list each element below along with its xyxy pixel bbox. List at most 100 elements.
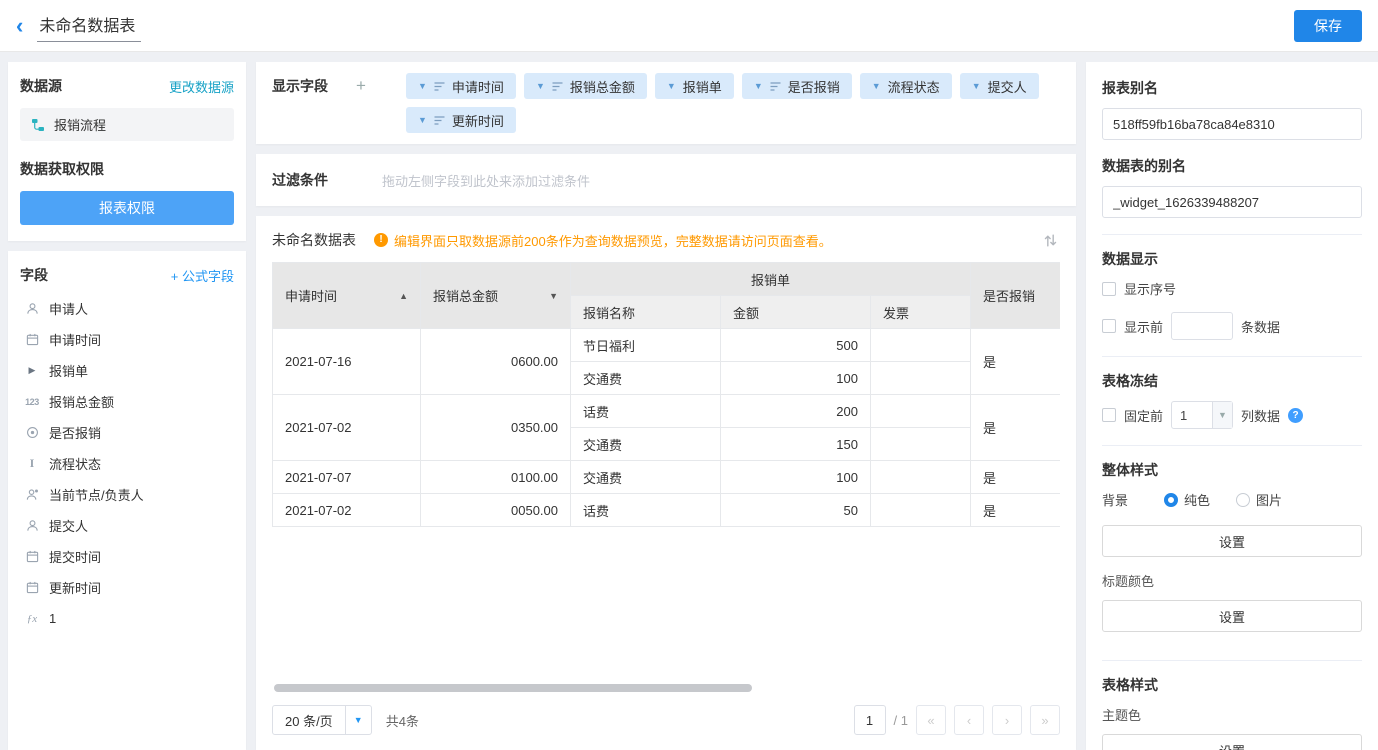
column-header-expense-name[interactable]: 报销名称 (571, 296, 721, 329)
fields-title: 字段 (20, 265, 48, 285)
cell-expense-name: 交通费 (571, 461, 721, 494)
last-page-button[interactable]: » (1030, 705, 1060, 735)
chip-apply-time[interactable]: ▼ 申请时间 (406, 73, 516, 99)
scrollbar-thumb[interactable] (274, 684, 752, 692)
sort-lines-icon (434, 116, 445, 125)
flow-icon (30, 118, 46, 132)
chip-reimbursed[interactable]: ▼ 是否报销 (742, 73, 852, 99)
page-number-input[interactable] (854, 705, 886, 735)
chip-submitter[interactable]: ▼ 提交人 (960, 73, 1039, 99)
help-icon[interactable]: ? (1288, 408, 1303, 423)
warning-icon: ! (374, 233, 388, 247)
save-button[interactable]: 保存 (1294, 10, 1362, 42)
title-color-set-button[interactable]: 设置 (1102, 600, 1362, 632)
cell-apply-time: 2021-07-02 (273, 395, 421, 461)
page-size-select[interactable]: 20 条/页 ▼ (272, 705, 372, 735)
top-bar: ‹ 未命名数据表 保存 (0, 0, 1378, 52)
chip-update-time[interactable]: ▼ 更新时间 (406, 107, 516, 133)
column-header-expense-group[interactable]: 报销单 (571, 263, 971, 296)
column-header-total-amount[interactable]: 报销总金额▼ (421, 263, 571, 329)
change-datasource-link[interactable]: 更改数据源 (169, 77, 234, 96)
report-permission-button[interactable]: 报表权限 (20, 191, 234, 225)
fields-panel: 字段 + 公式字段 申请人 申请时间 ▶ 报销单 123 报销总金 (8, 251, 246, 750)
sort-asc-icon[interactable]: ▲ (399, 291, 408, 301)
add-display-field-button[interactable]: + (356, 73, 380, 99)
show-index-label: 显示序号 (1124, 279, 1176, 298)
field-item-submit-time[interactable]: 提交时间 (20, 541, 234, 572)
filter-card: 过滤条件 拖动左侧字段到此处来添加过滤条件 (256, 154, 1076, 206)
chip-label: 流程状态 (888, 77, 940, 96)
theme-color-set-button[interactable]: 设置 (1102, 734, 1362, 750)
solid-color-radio[interactable] (1164, 493, 1178, 507)
cell-reimbursed: 是 (971, 329, 1060, 395)
cell-total: 0600.00 (421, 329, 571, 395)
report-alias-input[interactable] (1102, 108, 1362, 140)
table-alias-input[interactable] (1102, 186, 1362, 218)
column-sort-icon[interactable] (1041, 231, 1060, 250)
cell-apply-time: 2021-07-16 (273, 329, 421, 395)
field-item-formula-1[interactable]: ƒx 1 (20, 603, 234, 634)
show-first-suffix: 条数据 (1241, 317, 1280, 336)
sort-desc-icon[interactable]: ▼ (549, 291, 558, 301)
column-header-amount[interactable]: 金额 (721, 296, 871, 329)
freeze-count-select[interactable]: 1 ▼ (1171, 401, 1233, 429)
chip-total-amount[interactable]: ▼ 报销总金额 (524, 73, 647, 99)
image-radio[interactable] (1236, 493, 1250, 507)
chevron-down-icon[interactable]: ▼ (667, 82, 676, 91)
table-row: 2021-07-16 0600.00 节日福利 500 是 (273, 329, 1061, 362)
chevron-down-icon[interactable]: ▼ (536, 82, 545, 91)
column-header-apply-time[interactable]: 申请时间▲ (273, 263, 421, 329)
sort-lines-icon (552, 82, 563, 91)
page-count: / 1 (894, 713, 908, 728)
image-label: 图片 (1256, 490, 1282, 509)
show-first-count-input[interactable] (1171, 312, 1233, 340)
freeze-checkbox[interactable] (1102, 408, 1116, 422)
field-label: 更新时间 (49, 578, 101, 597)
cell-total: 0350.00 (421, 395, 571, 461)
horizontal-scrollbar[interactable] (274, 684, 1058, 692)
chevron-down-icon[interactable]: ▼ (872, 82, 881, 91)
show-index-checkbox[interactable] (1102, 282, 1116, 296)
datasource-item[interactable]: 报销流程 (20, 108, 234, 141)
cell-amount: 100 (721, 461, 871, 494)
page-title[interactable]: 未命名数据表 (37, 9, 141, 42)
chevron-down-icon[interactable]: ▼ (972, 82, 981, 91)
next-page-button[interactable]: › (992, 705, 1022, 735)
divider (1102, 445, 1362, 446)
field-item-expense-form[interactable]: ▶ 报销单 (20, 355, 234, 386)
field-item-applicant[interactable]: 申请人 (20, 293, 234, 324)
field-item-total-amount[interactable]: 123 报销总金额 (20, 386, 234, 417)
back-icon[interactable]: ‹ (16, 15, 23, 37)
prev-page-button[interactable]: ‹ (954, 705, 984, 735)
table-alias-label: 数据表的别名 (1102, 156, 1362, 176)
chip-flow-status[interactable]: ▼ 流程状态 (860, 73, 952, 99)
cell-total: 0100.00 (421, 461, 571, 494)
chip-label: 更新时间 (452, 111, 504, 130)
cell-reimbursed: 是 (971, 395, 1060, 461)
chevron-down-icon[interactable]: ▼ (1212, 402, 1232, 428)
chevron-down-icon[interactable]: ▼ (345, 706, 371, 734)
first-page-button[interactable]: « (916, 705, 946, 735)
show-first-checkbox[interactable] (1102, 319, 1116, 333)
background-set-button[interactable]: 设置 (1102, 525, 1362, 557)
filter-dropzone[interactable]: 拖动左侧字段到此处来添加过滤条件 (382, 171, 590, 190)
field-item-update-time[interactable]: 更新时间 (20, 572, 234, 603)
chevron-down-icon[interactable]: ▼ (418, 82, 427, 91)
cell-amount: 50 (721, 494, 871, 527)
table-row: 2021-07-02 0050.00 话费 50 是 (273, 494, 1061, 527)
field-item-apply-time[interactable]: 申请时间 (20, 324, 234, 355)
field-item-flow-status[interactable]: I 流程状态 (20, 448, 234, 479)
field-item-submitter[interactable]: 提交人 (20, 510, 234, 541)
field-item-reimbursed[interactable]: 是否报销 (20, 417, 234, 448)
field-item-current-node[interactable]: 当前节点/负责人 (20, 479, 234, 510)
chip-expense-form[interactable]: ▼ 报销单 (655, 73, 734, 99)
divider (1102, 356, 1362, 357)
column-header-invoice[interactable]: 发票 (871, 296, 971, 329)
add-formula-field-link[interactable]: + 公式字段 (171, 266, 234, 285)
chevron-down-icon[interactable]: ▼ (754, 82, 763, 91)
column-header-reimbursed[interactable]: 是否报销 (971, 263, 1060, 329)
chevron-down-icon[interactable]: ▼ (418, 116, 427, 125)
divider (1102, 660, 1362, 661)
cell-invoice (871, 461, 971, 494)
table-scroll-area[interactable]: 申请时间▲ 报销总金额▼ 报销单 是否报销 报销名称 金额 发票 (272, 262, 1060, 698)
